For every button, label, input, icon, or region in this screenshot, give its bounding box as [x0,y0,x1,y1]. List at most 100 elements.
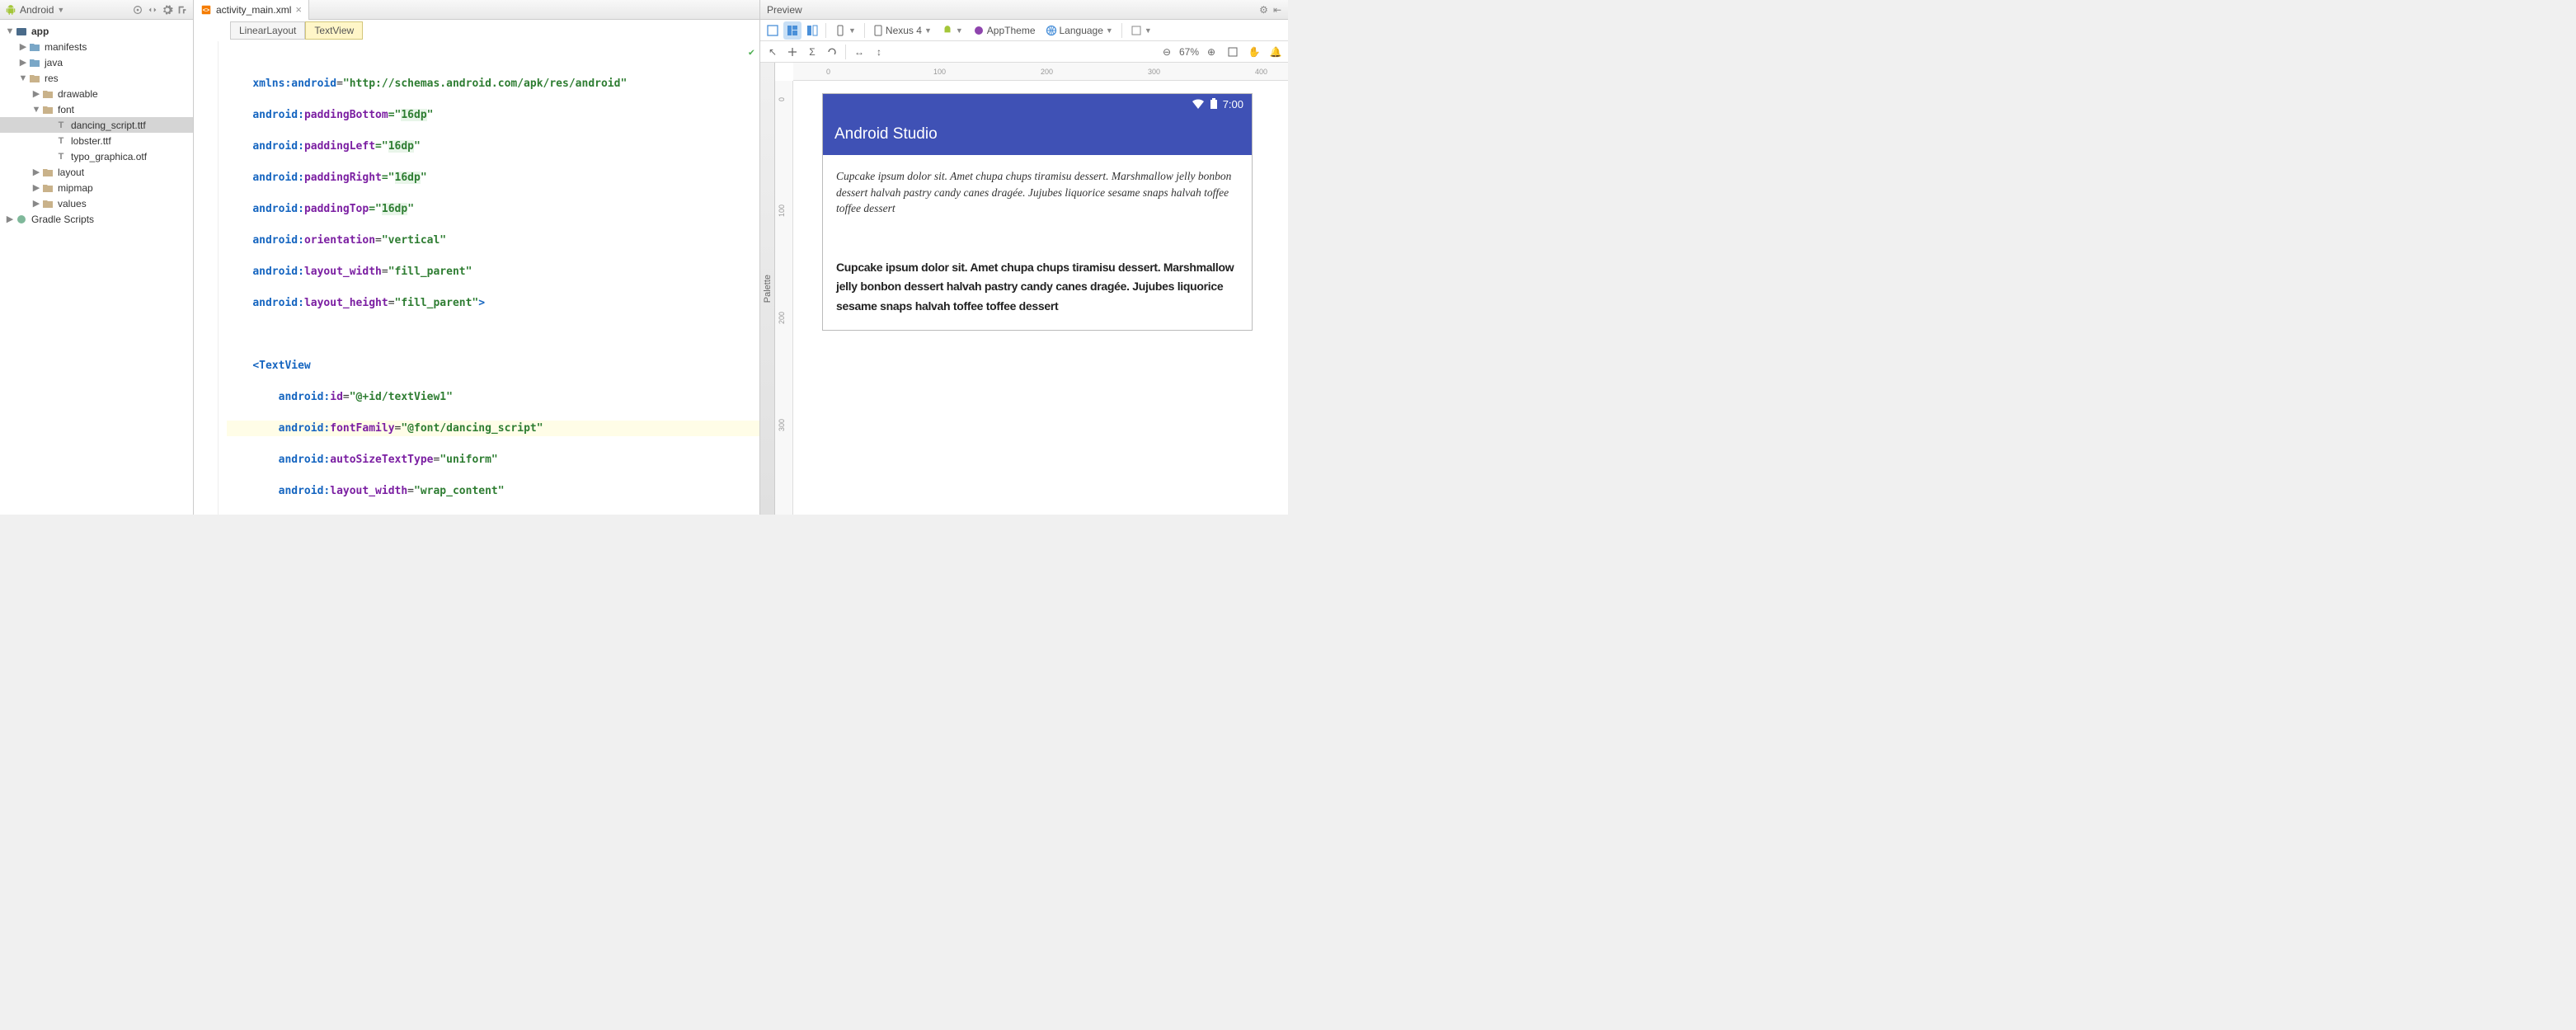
both-view-icon[interactable] [803,21,821,40]
tree-layout[interactable]: ▶layout [0,164,193,180]
tree-manifests[interactable]: ▶manifests [0,39,193,54]
expand-v-icon[interactable]: ↕ [870,43,888,61]
tree-font[interactable]: ▼font [0,101,193,117]
device-label: Nexus 4 [886,25,922,36]
gear-icon[interactable]: ⚙ [1259,4,1268,16]
tree-label: layout [58,167,84,178]
tab-label: activity_main.xml [216,4,291,16]
preview-title: Preview [767,4,1259,16]
project-view-selector[interactable]: Android ▼ [5,4,129,16]
textview-1[interactable]: Cupcake ipsum dolor sit. Amet chupa chup… [836,168,1239,217]
refresh-icon[interactable] [823,43,841,61]
breadcrumb-textview[interactable]: TextView [305,21,363,40]
tree-dancing-script[interactable]: Tdancing_script.ttf [0,117,193,133]
app-title: Android Studio [834,125,938,143]
tree-label: java [45,57,63,68]
zoom-fit-icon[interactable] [1224,43,1242,61]
language-label: Language [1060,25,1103,36]
project-view-label: Android [20,4,54,16]
api-selector[interactable]: ▼ [938,25,967,36]
tree-label: font [58,104,74,115]
tree-values[interactable]: ▶values [0,195,193,211]
code-area[interactable]: ✔ xmlns:android="http://schemas.android.… [219,41,759,515]
tree-label: dancing_script.ttf [71,120,146,131]
gutter [194,41,219,515]
tree-mipmap[interactable]: ▶mipmap [0,180,193,195]
preview-toolbar-2: ↖ Σ ↔ ↕ ⊖ 67% ⊕ ✋ 🔔 [760,41,1288,63]
tree-label: mipmap [58,182,93,194]
expand-h-icon[interactable]: ↔ [850,43,868,61]
pan-icon[interactable] [783,43,801,61]
font-file-icon: T [54,134,68,148]
tree-app[interactable]: ▼app [0,23,193,39]
device-icon [873,25,883,36]
xml-file-icon: <> [200,4,212,16]
close-icon[interactable]: × [295,3,302,16]
theme-selector[interactable]: AppTheme [969,25,1040,36]
collapse-icon[interactable] [147,4,158,16]
tree-label: drawable [58,88,98,100]
tree-res[interactable]: ▼res [0,70,193,86]
target-icon[interactable] [132,4,143,16]
tree-drawable[interactable]: ▶drawable [0,86,193,101]
ruler-vertical: 0 100 200 300 [775,81,793,515]
zoom-out-icon[interactable]: ⊖ [1158,43,1176,61]
device-frame[interactable]: 7:00 Android Studio Cupcake ipsum dolor … [823,94,1252,330]
hide-icon[interactable]: ⇤ [1273,4,1281,16]
zoom-in-icon[interactable]: ⊕ [1202,43,1220,61]
project-tree: ▼app ▶manifests ▶java ▼res ▶drawable ▼fo… [0,20,193,515]
canvas-area[interactable]: 0 100 200 300 400 0 100 200 300 7:0 [775,63,1288,515]
tree-java[interactable]: ▶java [0,54,193,70]
breadcrumb: LinearLayout TextView [194,20,759,41]
breadcrumb-linearlayout[interactable]: LinearLayout [230,21,305,40]
tree-typo-graphica[interactable]: Ttypo_graphica.otf [0,148,193,164]
select-icon[interactable]: ↖ [764,43,782,61]
wifi-icon [1192,98,1205,110]
tree-label: lobster.ttf [71,135,111,147]
battery-icon [1210,98,1218,110]
editor-tabs: <> activity_main.xml × [194,0,759,20]
preview-header: Preview ⚙ ⇤ [760,0,1288,20]
design-view-icon[interactable] [764,21,782,40]
inspection-ok-icon: ✔ [749,45,754,60]
font-file-icon: T [54,119,68,132]
gear-icon[interactable] [162,4,173,16]
sigma-icon[interactable]: Σ [803,43,821,61]
device-selector[interactable]: Nexus 4▼ [869,25,936,36]
device-content: Cupcake ipsum dolor sit. Amet chupa chup… [823,155,1252,330]
variant-icon [1131,25,1142,36]
blueprint-view-icon[interactable] [783,21,801,40]
tree-label: typo_graphica.otf [71,151,147,162]
zoom-value: 67% [1179,46,1199,58]
status-time: 7:00 [1223,98,1243,111]
tree-label: app [31,26,49,37]
tree-gradle[interactable]: ▶Gradle Scripts [0,211,193,227]
svg-text:<>: <> [203,7,209,13]
font-file-icon: T [54,150,68,163]
preview-panel: Preview ⚙ ⇤ ▼ Nexus 4▼ ▼ AppTheme Langua… [760,0,1288,515]
textview-2[interactable]: Cupcake ipsum dolor sit. Amet chupa chup… [836,258,1239,317]
editor-panel: <> activity_main.xml × LinearLayout Text… [194,0,760,515]
theme-label: AppTheme [987,25,1036,36]
variant-selector[interactable]: ▼ [1126,25,1156,36]
editor-tab-activity-main[interactable]: <> activity_main.xml × [194,0,309,20]
tree-lobster[interactable]: Tlobster.ttf [0,133,193,148]
notifications-icon[interactable]: 🔔 [1267,43,1285,61]
app-bar: Android Studio [823,114,1252,155]
hide-icon[interactable] [176,4,188,16]
ruler-horizontal: 0 100 200 300 400 [793,63,1288,81]
tree-label: manifests [45,41,87,53]
pan-hand-icon[interactable]: ✋ [1245,43,1263,61]
orientation-icon [834,25,846,36]
language-selector[interactable]: Language▼ [1041,25,1117,36]
theme-icon [973,25,985,36]
tree-label: res [45,73,59,84]
android-icon [942,25,953,36]
project-panel: Android ▼ ▼app ▶manifests ▶java ▼res ▶dr… [0,0,194,515]
palette-strip[interactable]: Palette [760,63,775,515]
tree-label: Gradle Scripts [31,214,94,225]
preview-body: Palette 0 100 200 300 400 0 100 200 300 [760,63,1288,515]
orientation-selector[interactable]: ▼ [830,25,860,36]
project-toolbar: Android ▼ [0,0,193,20]
globe-icon [1046,25,1057,36]
